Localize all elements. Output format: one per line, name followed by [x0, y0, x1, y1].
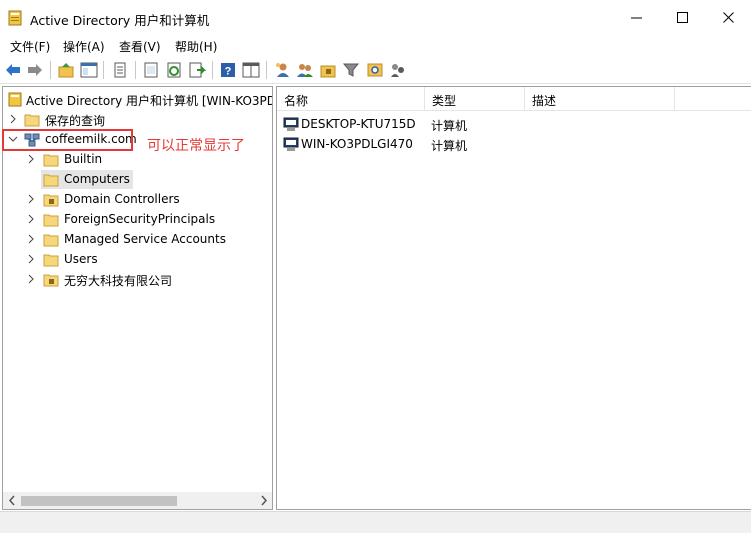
- tree-item-computers[interactable]: Computers: [3, 170, 272, 190]
- column-header-type[interactable]: 类型: [425, 87, 525, 111]
- ad-users-computers-app-icon: [8, 10, 22, 26]
- refresh-icon[interactable]: [165, 61, 183, 79]
- tree-label: Builtin: [64, 152, 103, 166]
- tree-item-users[interactable]: Users: [3, 250, 272, 270]
- scroll-right-icon[interactable]: [259, 495, 269, 506]
- scrollbar-thumb[interactable]: [21, 496, 177, 506]
- list-header: 名称 类型 描述: [277, 87, 751, 111]
- minimize-icon: [631, 17, 642, 19]
- menu-bar: 文件(F) 操作(A) 查看(V) 帮助(H): [0, 36, 751, 56]
- menu-help[interactable]: 帮助(H): [175, 38, 217, 55]
- toolbar-separator: [103, 61, 104, 79]
- window-title: Active Directory 用户和计算机: [30, 13, 210, 28]
- new-user-icon[interactable]: [274, 61, 292, 79]
- new-group-icon[interactable]: [296, 61, 314, 79]
- tree-label: Computers: [64, 172, 130, 186]
- chevron-right-icon[interactable]: [8, 113, 18, 124]
- minimize-button[interactable]: [614, 0, 660, 34]
- show-hide-icon[interactable]: [242, 61, 260, 79]
- back-arrow-icon[interactable]: [4, 61, 22, 79]
- status-bar: [0, 511, 751, 533]
- toolbar-separator: [266, 61, 267, 79]
- computer-type: 计算机: [431, 119, 468, 133]
- export-icon[interactable]: [188, 61, 207, 79]
- title-bar: Active Directory 用户和计算机: [0, 0, 751, 36]
- folder-icon: [43, 172, 59, 187]
- properties-icon[interactable]: [111, 61, 129, 79]
- computer-icon: [283, 116, 299, 132]
- toolbar-separator: [212, 61, 213, 79]
- list-item[interactable]: DESKTOP-KTU715D 计算机: [277, 114, 751, 134]
- menu-file[interactable]: 文件(F): [10, 38, 50, 55]
- tree-item-saved-queries[interactable]: 保存的查询: [3, 110, 272, 130]
- column-header-name[interactable]: 名称: [277, 87, 425, 111]
- tree-item-root[interactable]: Active Directory 用户和计算机 [WIN-KO3PD: [3, 90, 273, 110]
- chevron-right-icon[interactable]: [26, 233, 36, 244]
- export-list-icon[interactable]: [142, 61, 160, 79]
- tree-label: 保存的查询: [45, 114, 106, 128]
- folder-icon: [43, 252, 59, 267]
- chevron-right-icon[interactable]: [26, 193, 36, 204]
- maximize-button[interactable]: [660, 0, 706, 34]
- filter-icon[interactable]: [342, 61, 360, 79]
- tree-label: Users: [64, 252, 98, 266]
- folder-icon: [43, 152, 59, 167]
- details-list-pane[interactable]: 名称 类型 描述 DESKTOP-KTU715D 计算机 WIN-KO3PDLG…: [276, 86, 751, 510]
- horizontal-scrollbar[interactable]: [3, 492, 272, 509]
- toolbar: ?: [0, 57, 751, 84]
- add-to-group-icon[interactable]: [389, 61, 407, 79]
- chevron-right-icon[interactable]: [26, 273, 36, 284]
- ou-folder-icon: [43, 272, 59, 287]
- tree-root-label: Active Directory 用户和计算机 [WIN-KO3PD: [26, 94, 273, 108]
- chevron-right-icon[interactable]: [26, 253, 36, 264]
- folder-icon: [24, 112, 40, 127]
- svg-text:?: ?: [225, 66, 232, 78]
- scroll-left-icon[interactable]: [7, 495, 17, 506]
- chevron-right-icon[interactable]: [26, 213, 36, 224]
- new-ou-icon[interactable]: [319, 61, 337, 79]
- tree-label: 无穷大科技有限公司: [64, 274, 173, 288]
- folder-icon: [43, 232, 59, 247]
- menu-view[interactable]: 查看(V): [119, 38, 161, 55]
- column-header-description[interactable]: 描述: [525, 87, 675, 111]
- computer-name: DESKTOP-KTU715D: [301, 117, 416, 131]
- folder-icon: [43, 212, 59, 227]
- close-button[interactable]: [706, 0, 751, 34]
- annotation-highlight-box: [2, 129, 133, 151]
- ad-users-computers-icon: [7, 92, 23, 107]
- ou-folder-icon: [43, 192, 59, 207]
- up-folder-icon[interactable]: [57, 61, 75, 79]
- tree-label: Managed Service Accounts: [64, 232, 226, 246]
- tree-item-foreign-security-principals[interactable]: ForeignSecurityPrincipals: [3, 210, 272, 230]
- find-icon[interactable]: [366, 61, 384, 79]
- computer-icon: [283, 136, 299, 152]
- help-icon[interactable]: ?: [219, 61, 237, 79]
- computer-name: WIN-KO3PDLGI470: [301, 137, 413, 151]
- close-icon: [723, 12, 734, 23]
- console-tree-icon[interactable]: [80, 61, 98, 79]
- tree-label: Domain Controllers: [64, 192, 180, 206]
- toolbar-separator: [135, 61, 136, 79]
- menu-action[interactable]: 操作(A): [63, 38, 105, 55]
- computer-type: 计算机: [431, 139, 468, 153]
- forward-arrow-icon[interactable]: [26, 61, 44, 79]
- toolbar-separator: [50, 61, 51, 79]
- tree-item-domain-controllers[interactable]: Domain Controllers: [3, 190, 272, 210]
- tree-item-org-unit[interactable]: 无穷大科技有限公司: [3, 270, 272, 290]
- list-item[interactable]: WIN-KO3PDLGI470 计算机: [277, 134, 751, 154]
- tree-label: ForeignSecurityPrincipals: [64, 212, 216, 226]
- chevron-right-icon[interactable]: [26, 153, 36, 164]
- annotation-text: 可以正常显示了: [147, 138, 245, 154]
- maximize-icon: [677, 12, 688, 23]
- tree-item-managed-service-accounts[interactable]: Managed Service Accounts: [3, 230, 272, 250]
